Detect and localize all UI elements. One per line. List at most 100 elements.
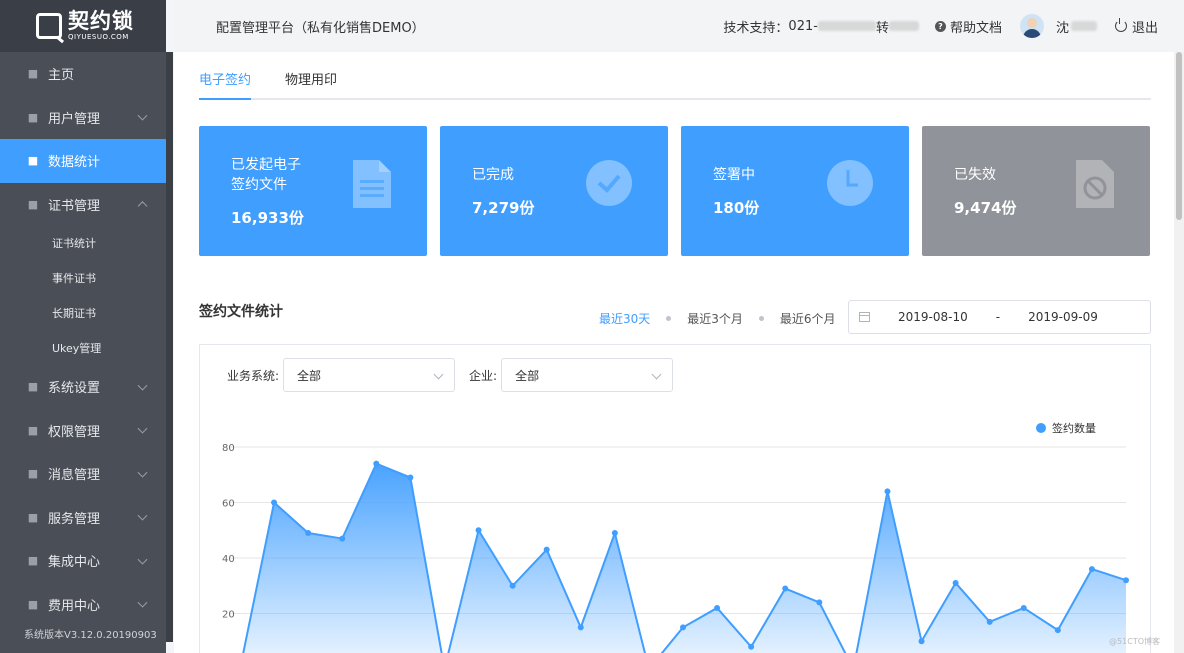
avatar[interactable] [1019,14,1044,38]
sidebar-item-label: 权限管理 [48,424,101,440]
date-from[interactable]: 2019-08-10 [898,310,968,324]
sidebar-item-lock[interactable]: ■ 权限管理 [0,409,166,453]
invalid-document-icon [1076,160,1114,208]
data-point [1054,627,1061,634]
user-name[interactable]: 沈 [1056,17,1069,36]
chevron-up-icon [137,201,148,212]
service-icon: ■ [27,510,39,524]
page-scrollbar[interactable] [1174,52,1184,653]
scrollbar-thumb[interactable] [1176,52,1182,220]
data-point [373,460,380,467]
help-docs-link[interactable]: ? 帮助文档 [934,17,1002,36]
data-point [986,618,993,625]
sidebar-item-certificate[interactable]: ■ 证书管理 [0,183,166,227]
logout-label: 退出 [1131,20,1158,36]
card-label: 已失效 [954,166,996,183]
card-invalid[interactable]: 已失效 9,474份 [922,126,1150,256]
card-value: 9,474份 [954,198,1017,217]
chevron-down-icon [137,110,148,121]
sidebar-item-billing[interactable]: ■ 费用中心 [0,583,166,627]
card-signing[interactable]: 签署中 180份 [681,126,909,256]
sidebar: 契约锁 QIYUESUO.COM ■ 主页 ■ 用户管理 ■ 数据统计 ■ 证书管理 证书统计… [0,0,173,653]
chevron-down-icon [137,424,148,434]
home-icon: ■ [27,67,39,81]
section-title: 签约文件统计 [199,304,283,320]
chart-icon: ■ [27,154,39,168]
message-icon: ■ [27,467,39,481]
data-point [884,488,891,495]
y-tick-label: 20 [222,610,235,621]
document-icon [353,160,391,208]
range-dot [666,316,672,321]
data-point [714,604,721,611]
sidebar-item-label: 消息管理 [48,468,101,484]
data-point [680,624,686,631]
card-value: 16,933份 [231,208,304,227]
data-point [271,499,278,506]
sidebar-subitem[interactable]: 证书统计 [0,226,166,261]
tab-bar: 电子签约 物理用印 [199,52,1151,100]
certificate-icon: ■ [27,197,39,211]
data-point [748,643,755,650]
lock-icon: ■ [27,423,39,437]
tab-electronic-signing[interactable]: 电子签约 [199,69,252,100]
chevron-down-icon [137,511,148,521]
support-ext-label: 转 [875,20,889,36]
data-point [475,527,482,534]
range-dot [758,316,764,321]
date-to[interactable]: 2019-09-09 [1028,310,1098,324]
support-label: 技术支持： [723,20,789,36]
watermark: @51CTO博客 [1109,637,1160,646]
support-phone-prefix: 021- [788,18,818,34]
card-completed[interactable]: 已完成 7,279份 [440,126,668,256]
logo-subtitle: QIYUESUO.COM [68,33,129,41]
sidebar-item-message[interactable]: ■ 消息管理 [0,452,166,496]
sidebar-item-home[interactable]: ■ 主页 [0,52,166,96]
sidebar-item-chart[interactable]: ■ 数据统计 [0,139,166,183]
sidebar-item-label: 服务管理 [48,511,101,527]
sidebar-item-user[interactable]: ■ 用户管理 [0,96,166,140]
area-chart: 20 40 60 80 [222,443,1129,653]
data-point [407,474,414,481]
tab-physical-seal[interactable]: 物理用印 [285,69,337,98]
sidebar-item-integration[interactable]: ■ 集成中心 [0,539,166,583]
user-icon: ■ [27,110,39,124]
clock-icon [827,160,873,206]
power-icon [1114,18,1127,32]
range-6-months[interactable]: 最近6个月 [780,310,836,327]
billing-icon: ■ [27,597,39,611]
range-selector: 最近30天 最近3个月 最近6个月 [599,310,836,327]
card-value: 180份 [713,198,760,217]
sidebar-item-label: 数据统计 [48,155,101,171]
chevron-down-icon [137,380,148,391]
sidebar-subitem[interactable]: 事件证书 [0,261,166,296]
sidebar-subitem[interactable]: Ukey管理 [0,330,166,365]
sidebar-item-service[interactable]: ■ 服务管理 [0,496,166,540]
calendar-icon [859,312,870,322]
version-text: 系统版本V3.12.0.20190903 [24,630,157,641]
main-content: 电子签约 物理用印 已发起电子 签约文件 16,933份 已完成 7,279份 … [174,52,1184,653]
integration-icon: ■ [27,554,39,568]
logo[interactable]: 契约锁 QIYUESUO.COM [0,0,166,52]
sidebar-scrollbar[interactable] [166,52,173,642]
data-point [543,546,550,553]
chart-panel: 业务系统: 全部 企业: 全部 签约数量 20 40 60 80 [199,344,1151,653]
sidebar-subitem[interactable]: 长期证书 [0,296,166,331]
range-3-months[interactable]: 最近3个月 [687,310,743,327]
card-initiated[interactable]: 已发起电子 签约文件 16,933份 [199,126,427,256]
logout-button[interactable]: 退出 [1114,17,1158,36]
sidebar-item-gear[interactable]: ■ 系统设置 [0,365,166,409]
range-30-days[interactable]: 最近30天 [599,310,650,327]
y-tick-label: 60 [222,499,235,510]
help-label: 帮助文档 [949,20,1002,36]
data-point [1020,604,1027,611]
date-range-picker[interactable]: 2019-08-10 - 2019-09-09 [848,300,1151,334]
data-point [782,585,789,592]
data-point [1123,577,1129,584]
platform-title: 配置管理平台（私有化销售DEMO） [216,20,425,36]
data-point [952,579,959,586]
sidebar-item-label: 集成中心 [48,555,101,571]
top-header: 配置管理平台（私有化销售DEMO） 技术支持： 021- 转 ? 帮助文档 沈 … [174,0,1184,52]
data-point [305,530,312,537]
redacted-user-name [1070,21,1097,31]
